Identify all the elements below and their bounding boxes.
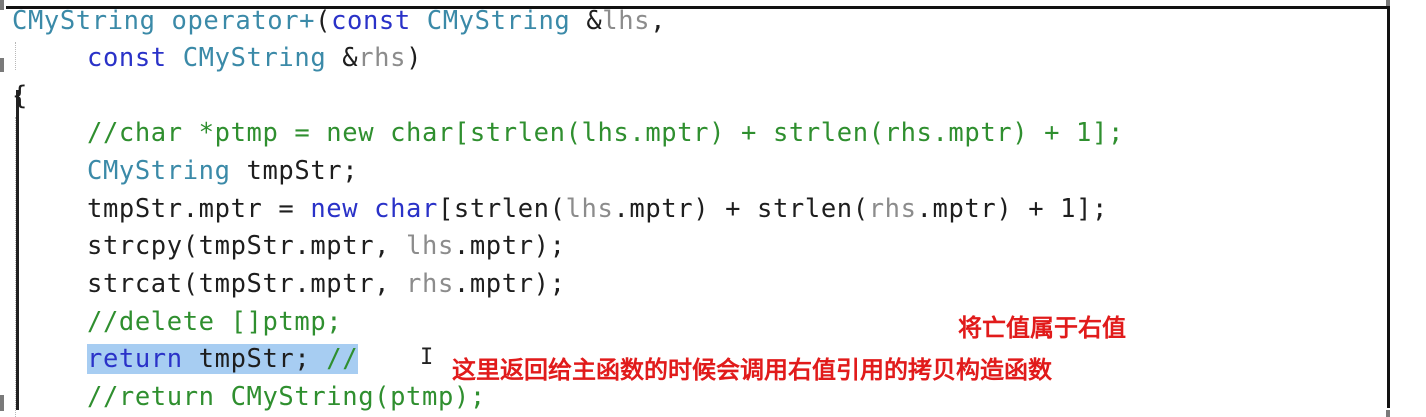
edge-mark bbox=[0, 58, 4, 72]
text-cursor-icon: I bbox=[420, 345, 434, 370]
indent-guide bbox=[15, 42, 16, 70]
annotation-move-constructor-note: 这里返回给主函数的时候会调用右值引用的拷贝构造函数 bbox=[452, 356, 1052, 384]
code-line-10: return tmpStr; // bbox=[87, 341, 359, 378]
corner-mark bbox=[0, 0, 4, 10]
code-line-4: //char *ptmp = new char[strlen(lhs.mptr)… bbox=[87, 118, 1124, 148]
code-line-2: const CMyString &rhs) bbox=[87, 43, 423, 73]
code-line-7: strcpy(tmpStr.mptr, lhs.mptr); bbox=[87, 231, 566, 261]
code-line-3: { bbox=[12, 81, 28, 111]
annotation-rvalue-note: 将亡值属于右值 bbox=[958, 314, 1126, 342]
code-line-6: tmpStr.mptr = new char[strlen(lhs.mptr) … bbox=[87, 194, 1108, 224]
code-line-5: CMyString tmpStr; bbox=[87, 156, 359, 186]
code-line-1: CMyString operator+(const CMyString &lhs… bbox=[12, 6, 667, 36]
edge-mark bbox=[0, 395, 4, 411]
code-line-9: //delete []ptmp; bbox=[87, 307, 343, 337]
code-line-11: //return CMyString(ptmp); bbox=[87, 382, 486, 412]
code-line-8: strcat(tmpStr.mptr, rhs.mptr); bbox=[87, 269, 566, 299]
selected-text[interactable]: return tmpStr; // bbox=[87, 344, 359, 374]
indent-guide bbox=[15, 117, 16, 417]
